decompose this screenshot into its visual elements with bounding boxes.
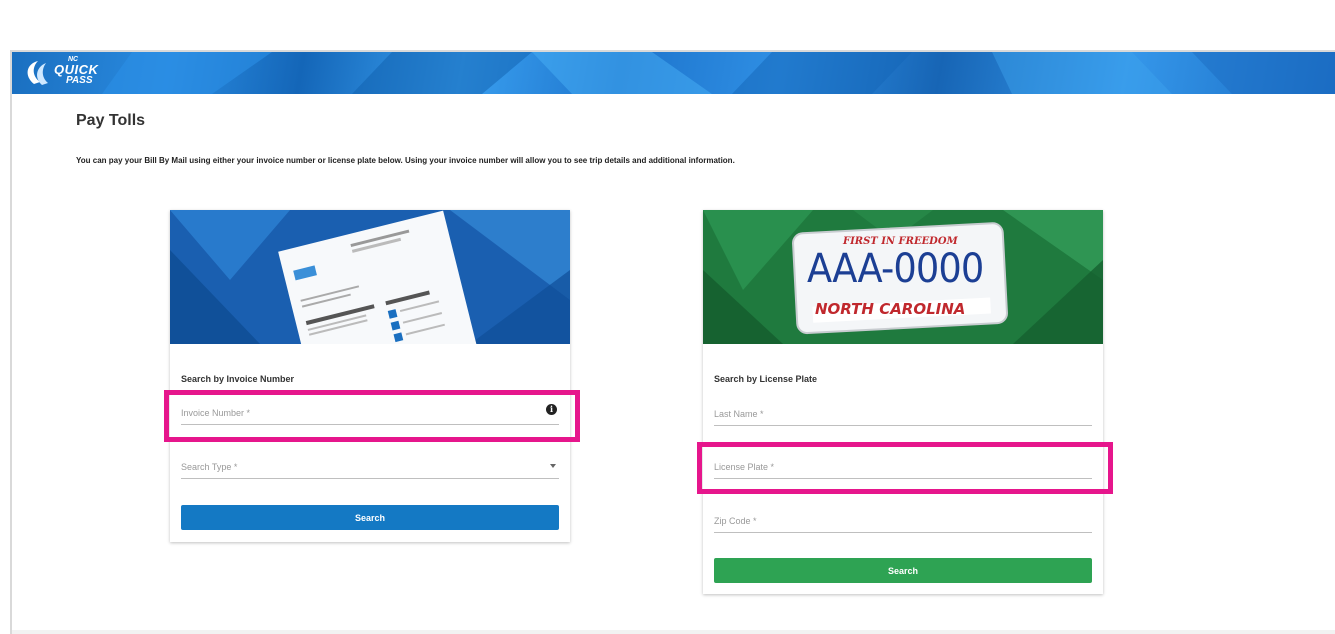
search-type-field[interactable] bbox=[181, 456, 559, 479]
site-header: NC QUICK PASS bbox=[12, 52, 1335, 94]
nc-quick-pass-logo[interactable]: NC QUICK PASS bbox=[20, 56, 130, 88]
browser-viewport: NC QUICK PASS Pay Tolls You can pay your… bbox=[10, 50, 1335, 634]
invoice-number-highlight bbox=[164, 390, 580, 442]
plate-card-title: Search by License Plate bbox=[714, 374, 818, 384]
license-plate-highlight bbox=[697, 442, 1113, 494]
invoice-card-title: Search by Invoice Number bbox=[181, 374, 295, 384]
header-background bbox=[102, 52, 1335, 94]
last-name-field bbox=[714, 403, 1092, 426]
zip-code-field bbox=[714, 510, 1092, 533]
license-plate-image: FIRST IN FREEDOM AAA-0000 NORTH CAROLINA bbox=[703, 210, 1103, 344]
zip-code-input[interactable] bbox=[714, 510, 1092, 532]
search-type-select[interactable] bbox=[181, 456, 559, 478]
plate-search-button[interactable]: Search bbox=[714, 558, 1092, 583]
footer-strip bbox=[12, 630, 1335, 634]
invoice-search-button[interactable]: Search bbox=[181, 505, 559, 530]
invoice-search-card: Search by Invoice Number i Search bbox=[170, 210, 570, 542]
plate-number-text: AAA-0000 bbox=[807, 246, 984, 292]
invoice-illustration-icon bbox=[170, 210, 570, 344]
page-title: Pay Tolls bbox=[76, 112, 146, 129]
plate-state-text: NORTH CAROLINA bbox=[815, 300, 966, 318]
invoice-image bbox=[170, 210, 570, 344]
plate-search-card: FIRST IN FREEDOM AAA-0000 NORTH CAROLINA… bbox=[703, 210, 1103, 594]
chevron-down-icon[interactable] bbox=[550, 464, 556, 468]
last-name-input[interactable] bbox=[714, 403, 1092, 425]
intro-text: You can pay your Bill By Mail using eith… bbox=[76, 156, 735, 165]
logo-pass-text: PASS bbox=[66, 75, 93, 86]
